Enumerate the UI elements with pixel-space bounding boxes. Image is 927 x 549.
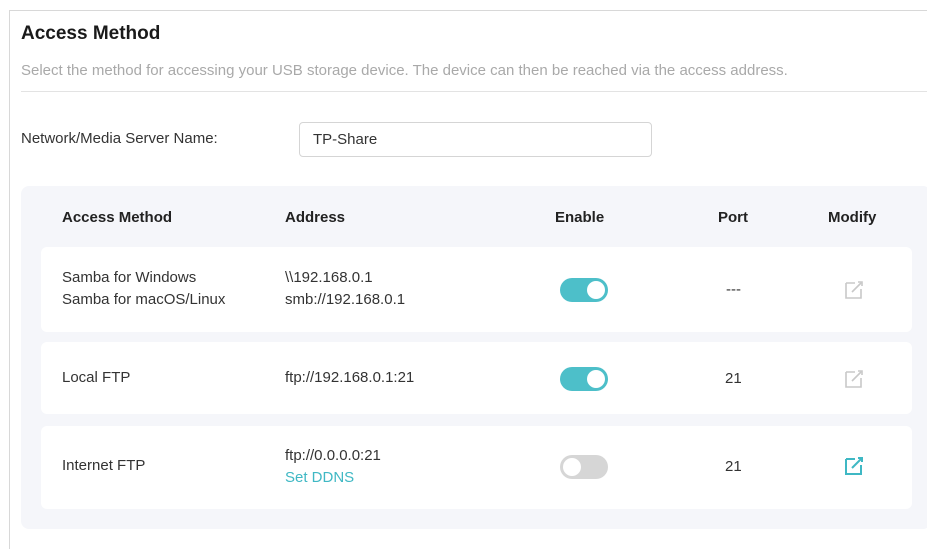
enable-toggle-internet-ftp[interactable] xyxy=(560,455,608,479)
port-local-ftp: 21 xyxy=(725,370,742,387)
header-port: Port xyxy=(718,209,748,226)
edit-icon[interactable] xyxy=(842,367,866,391)
method-samba-windows: Samba for Windows xyxy=(62,269,197,286)
address-local-ftp: ftp://192.168.0.1:21 xyxy=(285,369,415,386)
table-row-samba: Samba for Windows Samba for macOS/Linux … xyxy=(41,247,912,332)
address-samba-macos: smb://192.168.0.1 xyxy=(285,291,406,308)
enable-toggle-local-ftp[interactable] xyxy=(560,367,608,391)
toggle-knob xyxy=(563,458,581,476)
set-ddns-link[interactable]: Set DDNS xyxy=(285,467,354,489)
table-row-internet-ftp: Internet FTP ftp://0.0.0.0:21 Set DDNS 2… xyxy=(41,426,912,509)
port-samba: --- xyxy=(726,281,741,298)
port-internet-ftp: 21 xyxy=(725,458,742,475)
server-name-label: Network/Media Server Name: xyxy=(21,130,218,147)
server-name-input[interactable] xyxy=(299,122,652,157)
address-samba-windows: \\192.168.0.1 xyxy=(285,269,373,286)
section-subtitle: Select the method for accessing your USB… xyxy=(21,62,788,79)
divider xyxy=(21,91,927,92)
toggle-knob xyxy=(587,370,605,388)
address-internet-ftp: ftp://0.0.0.0:21 xyxy=(285,447,381,464)
section-title: Access Method xyxy=(21,23,161,44)
enable-toggle-samba[interactable] xyxy=(560,278,608,302)
toggle-knob xyxy=(587,281,605,299)
edit-icon[interactable] xyxy=(842,278,866,302)
header-enable: Enable xyxy=(555,209,605,226)
header-modify: Modify xyxy=(828,209,877,226)
table-row-local-ftp: Local FTP ftp://192.168.0.1:21 21 xyxy=(41,342,912,414)
header-access-method: Access Method xyxy=(62,209,173,226)
method-internet-ftp: Internet FTP xyxy=(62,457,146,474)
method-samba-macos: Samba for macOS/Linux xyxy=(62,291,226,308)
method-local-ftp: Local FTP xyxy=(62,369,131,386)
edit-icon[interactable] xyxy=(842,454,866,478)
header-address: Address xyxy=(285,209,346,226)
